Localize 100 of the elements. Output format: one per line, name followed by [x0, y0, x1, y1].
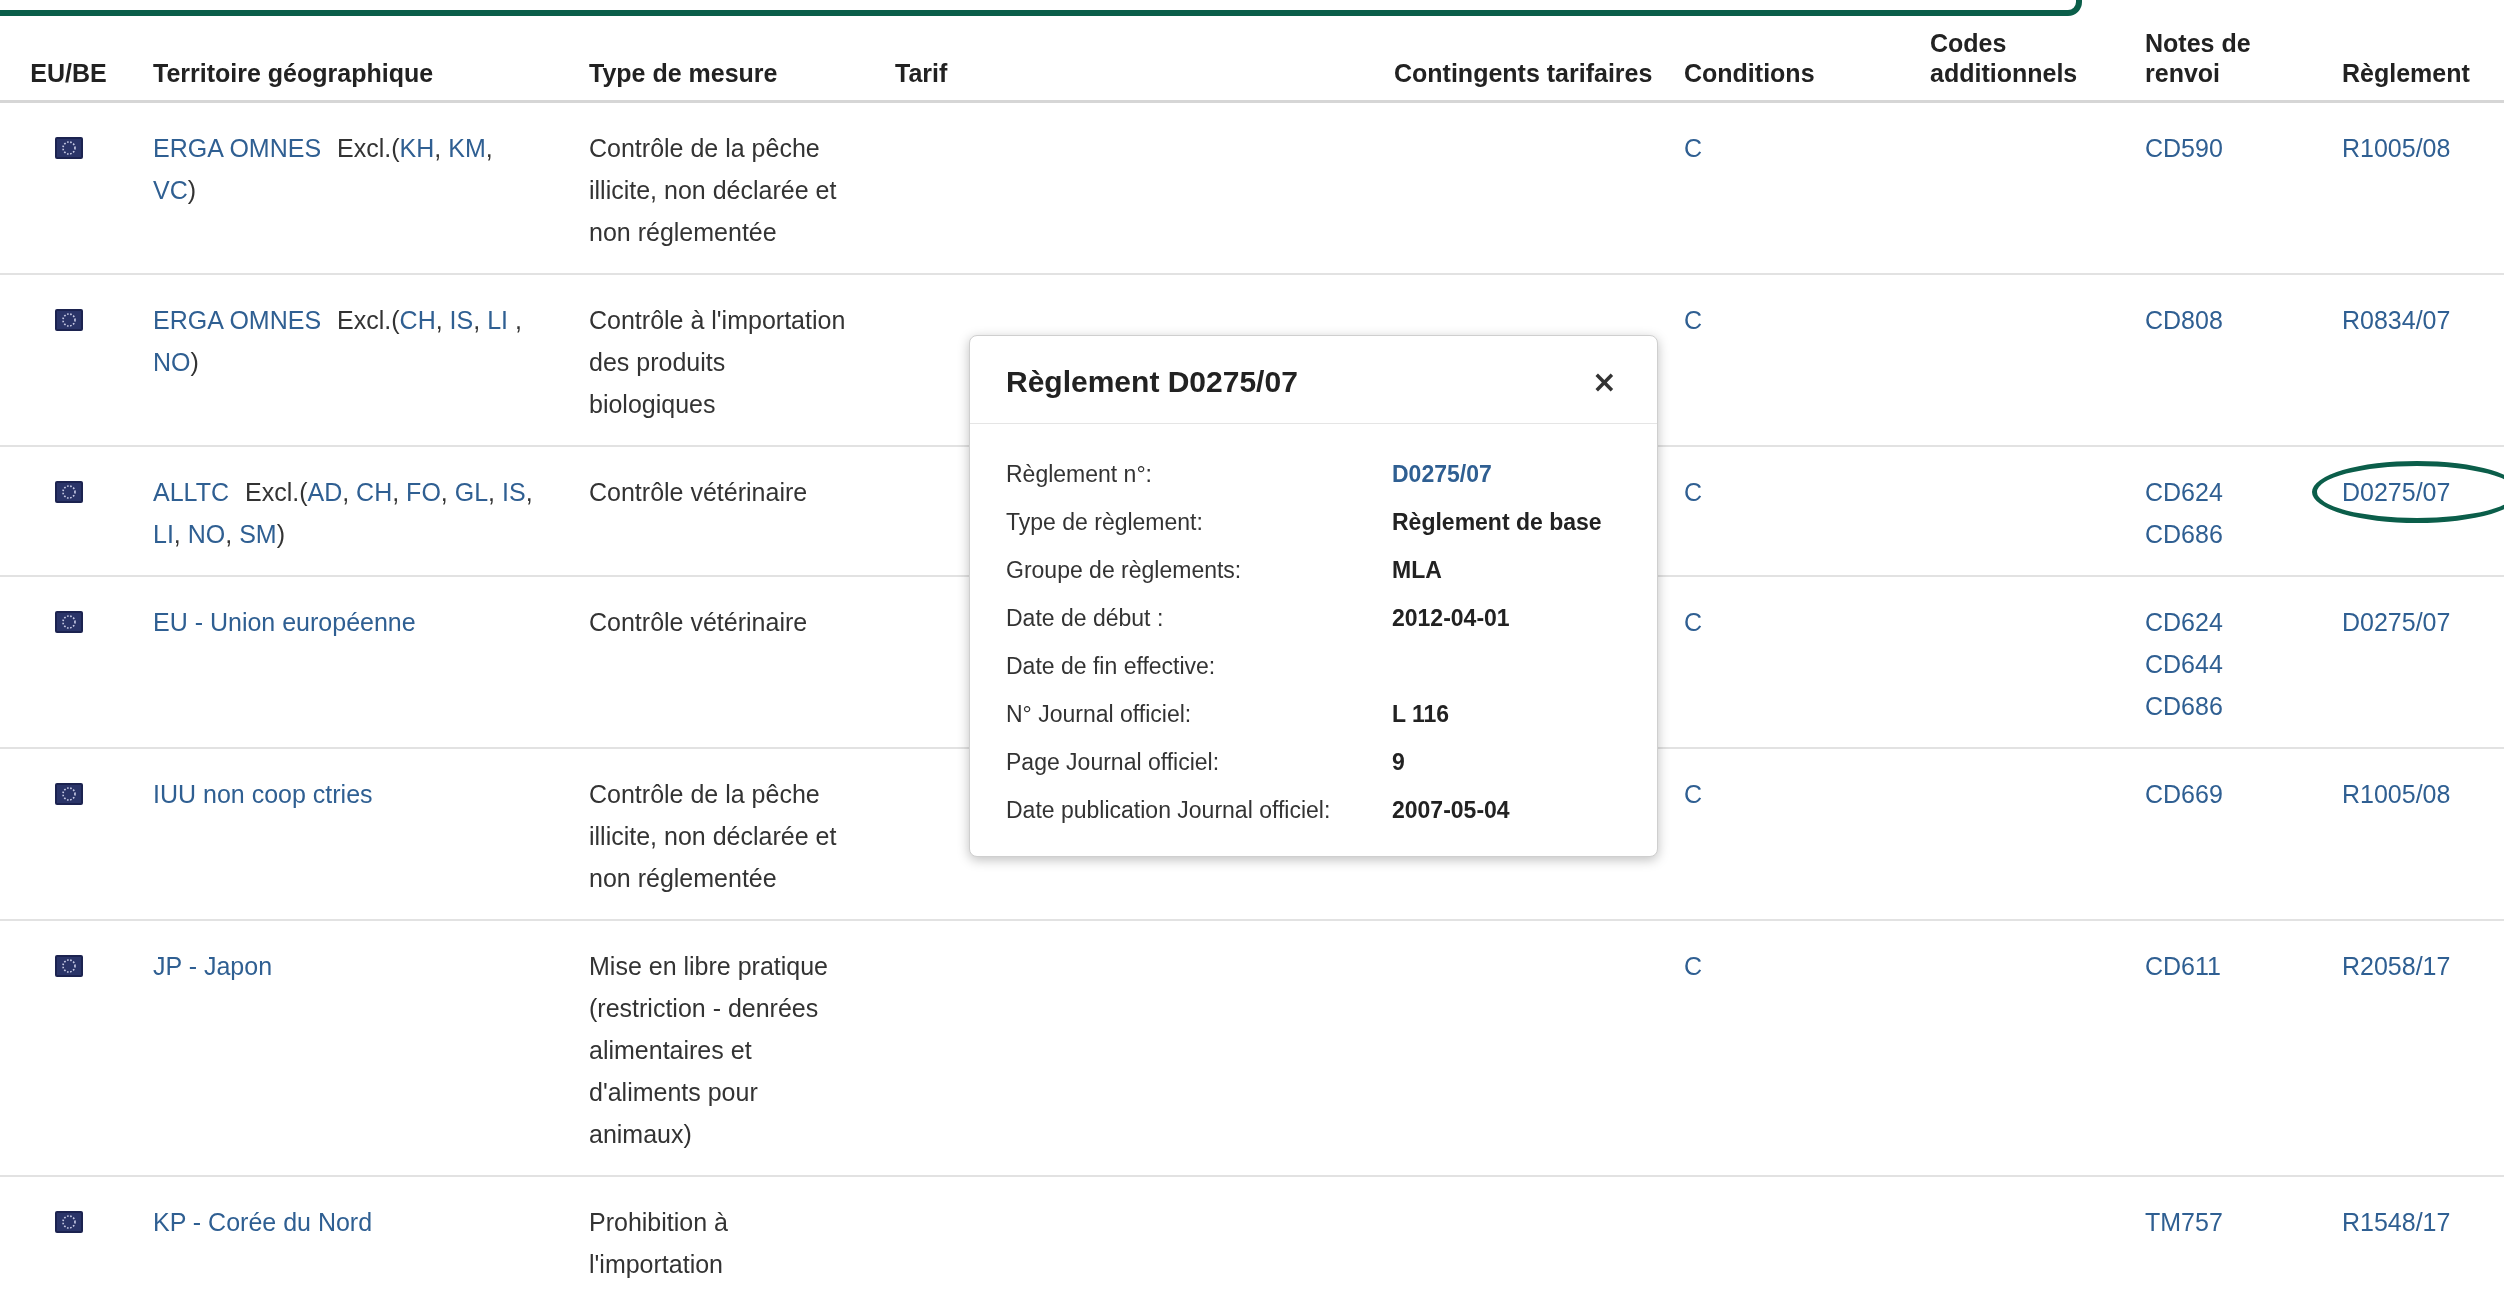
footnote-link[interactable]: CD686	[2145, 513, 2223, 555]
territory-link[interactable]: IUU non coop ctries	[153, 780, 373, 808]
measure-type-text: Contrôle de la pêche illicite, non déclarée et non réglementée	[589, 134, 837, 246]
territory-link[interactable]: NO	[187, 520, 226, 548]
regulation-link[interactable]: D0275/07	[2342, 471, 2451, 513]
field-label: Date de fin effective:	[1006, 652, 1217, 680]
field-value: 2012-04-01	[1392, 604, 1511, 632]
field-label: Groupe de règlements:	[1006, 556, 1243, 584]
flag-icon	[54, 955, 83, 977]
footnote-link[interactable]: TM757	[2145, 1201, 2223, 1243]
flag-icon	[54, 783, 83, 805]
column-header: Conditions	[1684, 58, 1816, 88]
condition-link[interactable]: C	[1684, 134, 1703, 162]
exclusion-text: Excl.(	[244, 478, 308, 506]
column-header: Tarif	[895, 58, 949, 88]
territory-link[interactable]: SM	[239, 520, 277, 548]
separator-text: )	[190, 348, 199, 376]
footnote-link[interactable]: CD669	[2145, 773, 2223, 815]
exclusion-text: Excl.(	[337, 134, 400, 162]
regulation-link[interactable]: R0834/07	[2342, 299, 2451, 341]
close-button[interactable]: ×	[1587, 364, 1621, 399]
regulation-link[interactable]: R1005/08	[2342, 127, 2451, 169]
condition-link[interactable]: C	[1684, 478, 1703, 506]
flag-icon	[54, 611, 83, 633]
separator-text: ,	[513, 306, 522, 334]
column-header: EU/BE	[30, 58, 107, 88]
popup-title: Règlement D0275/07	[1006, 364, 1298, 399]
territory-link[interactable]: LI	[487, 306, 508, 334]
field-label: N° Journal officiel:	[1006, 700, 1193, 728]
regulation-link[interactable]: D0275/07	[2342, 601, 2451, 643]
territory-link[interactable]: CH	[356, 478, 393, 506]
separator-text: ,	[488, 478, 497, 506]
measure-type-text: Contrôle à l'importation des produits biologiques	[589, 306, 846, 418]
separator-text: )	[276, 520, 285, 548]
separator-text: ,	[434, 134, 443, 162]
footnote-link[interactable]: CD808	[2145, 299, 2223, 341]
territory-link[interactable]: ALLTC	[153, 478, 229, 506]
condition-link[interactable]: C	[1684, 952, 1703, 980]
territory-link[interactable]: IS	[502, 478, 526, 506]
territory-link[interactable]: ERGA OMNES	[153, 134, 322, 162]
column-header: Contingents tarifaires	[1394, 58, 1654, 88]
condition-link[interactable]: C	[1684, 306, 1703, 334]
footnote-link[interactable]: CD644	[2145, 643, 2223, 685]
regulation-link[interactable]: R1005/08	[2342, 773, 2451, 815]
footnote-link[interactable]: CD590	[2145, 127, 2223, 169]
separator-text: ,	[435, 306, 444, 334]
measure-type-text: Contrôle vétérinaire	[589, 608, 808, 636]
territory-link[interactable]: KH	[399, 134, 435, 162]
territory-link[interactable]: GL	[454, 478, 489, 506]
territory-link[interactable]: IS	[449, 306, 474, 334]
measure-type-text: Contrôle vétérinaire	[589, 478, 808, 506]
flag-icon	[54, 137, 83, 159]
territory-link[interactable]: LI	[153, 520, 174, 548]
territory-link[interactable]: CH	[399, 306, 436, 334]
territory-link[interactable]: FO	[406, 478, 441, 506]
column-header: Territoire géographique	[153, 58, 435, 88]
separator-text: ,	[525, 478, 533, 506]
column-header: Notes de renvoi	[2145, 28, 2252, 88]
field-value: 2007-05-04	[1392, 796, 1511, 824]
field-value: L 116	[1392, 700, 1451, 728]
territory-link[interactable]: JP - Japon	[153, 952, 273, 980]
footnote-link[interactable]: CD624	[2145, 471, 2223, 513]
condition-link[interactable]: C	[1684, 608, 1703, 636]
flag-icon	[54, 309, 83, 331]
flag-icon	[54, 481, 83, 503]
separator-text: ,	[485, 134, 493, 162]
flag-icon	[54, 1211, 83, 1233]
separator-text: ,	[440, 478, 449, 506]
column-header: Codes additionnels	[1930, 28, 2079, 88]
regulation-link[interactable]: D0275/07	[1392, 460, 1637, 488]
separator-text: )	[187, 176, 197, 204]
separator-text: ,	[173, 520, 182, 548]
field-value: MLA	[1392, 556, 1443, 584]
territory-link[interactable]: ERGA OMNES	[153, 306, 322, 334]
separator-text: ,	[225, 520, 234, 548]
separator-text: ,	[392, 478, 401, 506]
territory-link[interactable]: VC	[153, 176, 188, 204]
field-value: 9	[1392, 748, 1406, 776]
regulation-link[interactable]: R1548/17	[2342, 1201, 2451, 1243]
field-label: Page Journal officiel:	[1006, 748, 1221, 776]
condition-link[interactable]: C	[1684, 780, 1703, 808]
field-value: Règlement de base	[1392, 508, 1603, 536]
territory-link[interactable]: KP - Corée du Nord	[153, 1208, 373, 1236]
measure-type-text: Contrôle de la pêche illicite, non déclarée et non réglementée	[589, 780, 837, 892]
territory-link[interactable]: KM	[448, 134, 486, 162]
field-label: Date publication Journal officiel:	[1006, 796, 1332, 824]
exclusion-text: Excl.(	[337, 306, 400, 334]
field-label: Type de règlement:	[1006, 508, 1204, 536]
separator-text: ,	[473, 306, 482, 334]
territory-link[interactable]: EU - Union européenne	[153, 608, 416, 636]
footnote-link[interactable]: CD686	[2145, 685, 2223, 727]
field-label: Date de début :	[1006, 604, 1165, 632]
territory-link[interactable]: NO	[153, 348, 191, 376]
footnote-link[interactable]: CD624	[2145, 601, 2223, 643]
field-label: Règlement n°:	[1006, 460, 1153, 488]
regulation-link[interactable]: R2058/17	[2342, 945, 2451, 987]
territory-link[interactable]: AD	[307, 478, 343, 506]
column-header: Type de mesure	[589, 58, 779, 88]
footnote-link[interactable]: CD611	[2145, 945, 2221, 987]
measure-type-text: Prohibition à l'importation	[589, 1208, 728, 1278]
